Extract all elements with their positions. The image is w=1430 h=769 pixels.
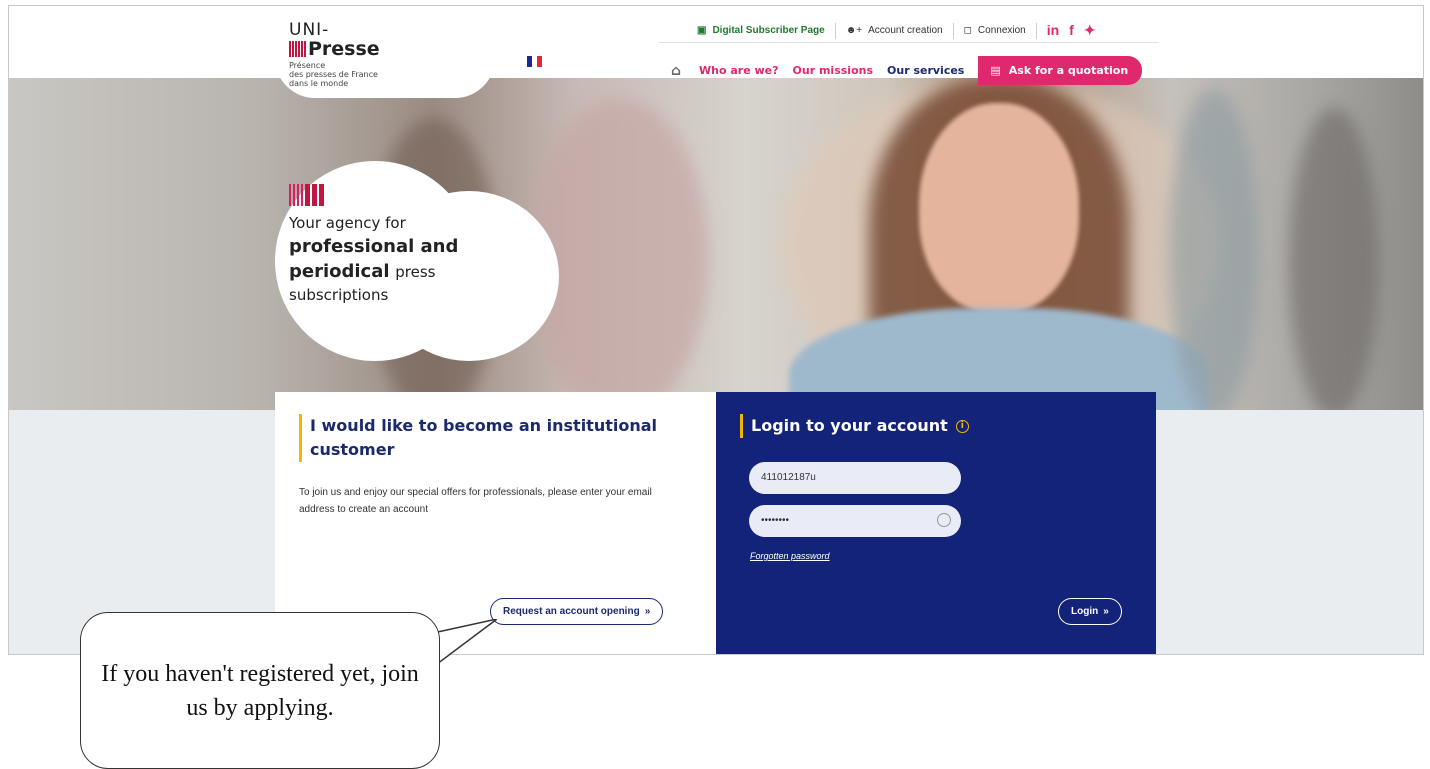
- barcode-icon: [289, 184, 519, 206]
- password-value: ••••••••: [761, 515, 790, 526]
- double-chevron-icon: »: [644, 606, 651, 617]
- request-account-button[interactable]: Request an account opening »: [490, 598, 664, 625]
- request-account-label: Request an account opening: [503, 606, 640, 617]
- link-label: Connexion: [977, 25, 1026, 36]
- tagline-rest: press: [395, 263, 436, 281]
- twitter-icon[interactable]: ✦: [1084, 22, 1096, 39]
- social-links: in f ✦: [1037, 22, 1096, 39]
- browser-viewport: Your agency for professional and periodi…: [8, 5, 1424, 655]
- facebook-icon[interactable]: f: [1069, 22, 1074, 39]
- logo-presse: Presse: [289, 38, 380, 60]
- hero-background-person: [1169, 88, 1259, 410]
- nav-our-services[interactable]: Our services: [887, 64, 964, 77]
- forgot-password-link[interactable]: Forgotten password: [750, 551, 830, 561]
- link-label: Account creation: [868, 25, 943, 36]
- logo-subtitle-line: dans le monde: [289, 79, 349, 88]
- home-icon[interactable]: ⌂: [671, 63, 681, 79]
- quotation-button[interactable]: ▤ Ask for a quotation: [978, 56, 1143, 85]
- site-logo[interactable]: UNI- Presse Présence des presses de Fran…: [289, 20, 380, 88]
- nav-our-missions[interactable]: Our missions: [793, 64, 873, 77]
- account-creation-link[interactable]: ☻+ Account creation: [836, 22, 954, 39]
- logo-subtitle-line: Présence: [289, 61, 326, 70]
- tagline-line: professional and: [289, 236, 459, 257]
- linkedin-icon[interactable]: in: [1047, 22, 1059, 39]
- hero-tagline: Your agency for professional and periodi…: [289, 184, 519, 304]
- document-icon: ▤: [990, 64, 1001, 77]
- tagline-line: Your agency for: [289, 214, 406, 232]
- instruction-callout: If you haven't registered yet, join us b…: [80, 612, 440, 769]
- double-chevron-icon: »: [1103, 606, 1109, 617]
- hero-woman-face: [919, 103, 1079, 313]
- user-add-icon: ☻+: [845, 25, 863, 36]
- login-panel: Login to your account i 411012187u •••••…: [716, 392, 1156, 654]
- tagline-line: subscriptions: [289, 286, 389, 304]
- callout-tail: [433, 619, 497, 668]
- logo-uni: UNI-: [289, 20, 330, 40]
- lock-icon: ◻: [963, 25, 972, 36]
- hero-background-person: [1289, 108, 1379, 410]
- logo-subtitle: Présence des presses de France dans le m…: [289, 61, 380, 88]
- logo-bars-icon: [289, 41, 306, 57]
- header-divider: [659, 42, 1159, 43]
- login-title-text: Login to your account: [751, 416, 948, 435]
- top-links: ▣ Digital Subscriber Page ☻+ Account cre…: [687, 22, 1096, 39]
- password-field[interactable]: ••••••••: [749, 505, 961, 537]
- login-title: Login to your account i: [740, 414, 1132, 438]
- info-icon[interactable]: i: [955, 419, 969, 433]
- quotation-label: Ask for a quotation: [1008, 64, 1129, 77]
- logo-subtitle-line: des presses de France: [289, 70, 378, 79]
- main-nav: ⌂ Who are we? Our missions Our services …: [671, 56, 1143, 85]
- hero-banner: [9, 78, 1423, 410]
- eye-icon[interactable]: [937, 513, 951, 527]
- site-header: ▣ Digital Subscriber Page ☻+ Account cre…: [9, 6, 1423, 85]
- tagline-bold: periodical: [289, 261, 390, 282]
- tagline-line: periodical press: [289, 261, 519, 282]
- username-field[interactable]: 411012187u: [749, 462, 961, 494]
- institutional-title: I would like to become an institutional …: [299, 414, 669, 462]
- nav-who-are-we[interactable]: Who are we?: [699, 64, 779, 77]
- logo-presse-text: Presse: [308, 38, 380, 60]
- login-button[interactable]: Login »: [1058, 598, 1122, 625]
- connexion-link[interactable]: ◻ Connexion: [954, 22, 1037, 39]
- french-flag-icon[interactable]: [527, 56, 542, 67]
- institutional-description: To join us and enjoy our special offers …: [299, 487, 652, 515]
- digital-subscriber-link[interactable]: ▣ Digital Subscriber Page: [687, 22, 836, 39]
- login-label: Login: [1071, 606, 1099, 617]
- link-label: Digital Subscriber Page: [712, 25, 825, 36]
- book-icon: ▣: [697, 25, 707, 36]
